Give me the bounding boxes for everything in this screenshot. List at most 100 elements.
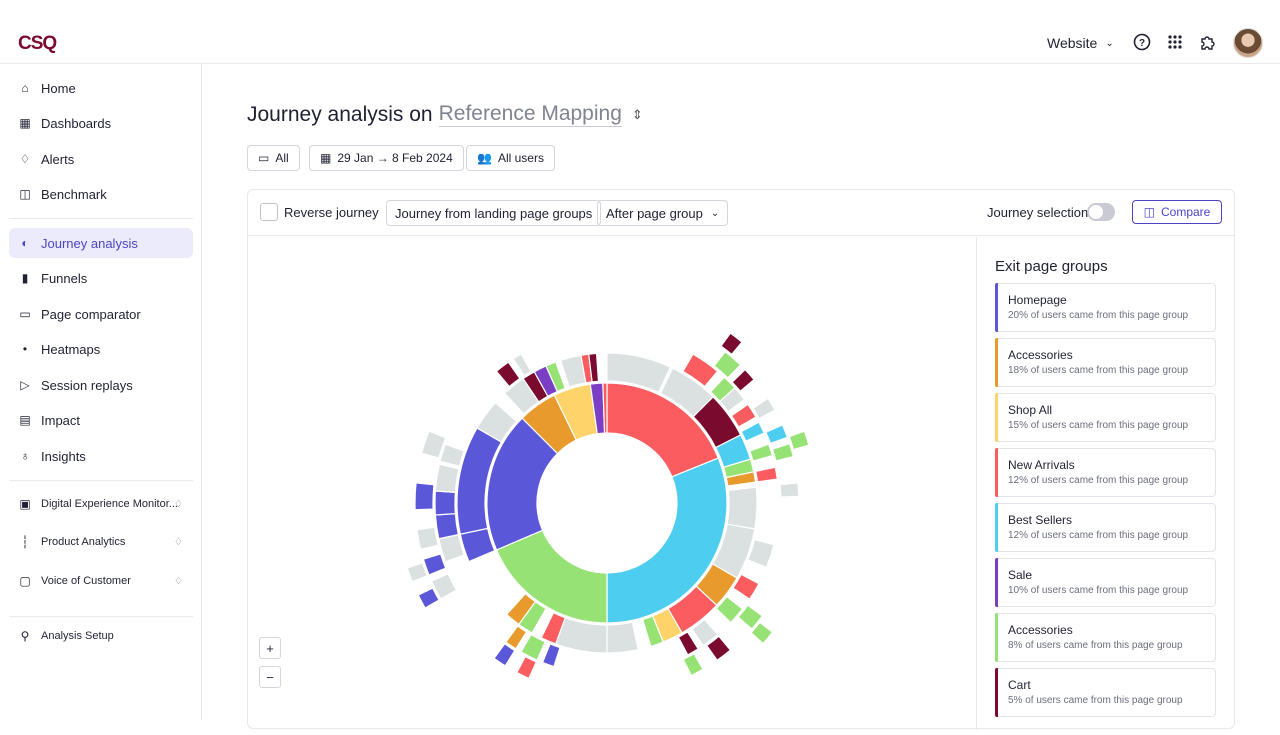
date-range-filter[interactable]: ▦ 29 Jan → 8 Feb 2024 bbox=[309, 145, 464, 171]
sunburst-segment[interactable] bbox=[713, 350, 742, 379]
help-icon[interactable]: ? bbox=[1131, 31, 1153, 53]
sunburst-segment[interactable] bbox=[682, 652, 704, 677]
user-avatar[interactable] bbox=[1233, 28, 1263, 58]
sidebar-item-voice-of-customer[interactable]: ▢ Voice of Customer ♢ bbox=[9, 566, 193, 596]
exit-page-group-item[interactable]: Accessories 18% of users came from this p… bbox=[995, 338, 1216, 387]
page-group-share: 12% of users came from this page group bbox=[1008, 530, 1189, 541]
exit-page-group-item[interactable]: Sale 10% of users came from this page gro… bbox=[995, 558, 1216, 607]
chevron-down-icon: ⌄ bbox=[710, 207, 720, 219]
sunburst-segment[interactable] bbox=[606, 621, 639, 654]
sunburst-segment[interactable] bbox=[416, 526, 439, 551]
exit-page-group-item[interactable]: Cart 5% of users came from this page grou… bbox=[995, 668, 1216, 717]
journey-selection-toggle[interactable] bbox=[1087, 203, 1115, 221]
sidebar-item-analysis-setup[interactable]: ⚲ Analysis Setup bbox=[9, 621, 193, 651]
journey-from-select[interactable]: Journey from landing page groups bbox=[386, 200, 602, 226]
color-bar bbox=[995, 668, 998, 717]
exit-page-group-item[interactable]: Shop All 15% of users came from this page… bbox=[995, 393, 1216, 442]
sunburst-segment[interactable] bbox=[505, 625, 528, 650]
sunburst-segment[interactable] bbox=[726, 486, 758, 530]
funnel-icon: ▮ bbox=[21, 271, 29, 285]
sunburst-segment[interactable] bbox=[516, 655, 538, 680]
exit-page-group-item[interactable]: Accessories 8% of users came from this pa… bbox=[995, 613, 1216, 662]
sunburst-segment[interactable] bbox=[752, 397, 776, 420]
sunburst-segment[interactable] bbox=[438, 533, 465, 563]
after-page-group-select[interactable]: After page group ⌄ bbox=[597, 200, 729, 226]
play-icon: ▷ bbox=[20, 378, 30, 392]
sunburst-segment[interactable] bbox=[541, 643, 561, 668]
svg-text:?: ? bbox=[1139, 38, 1145, 49]
apps-grid-icon[interactable] bbox=[1164, 31, 1186, 53]
sunburst-segment[interactable] bbox=[749, 443, 774, 462]
top-bar: CSQ Website ⌄ ? bbox=[0, 0, 1280, 64]
exit-page-group-item[interactable]: Best Sellers 12% of users came from this … bbox=[995, 503, 1216, 552]
site-selector[interactable]: Website ⌄ bbox=[1047, 35, 1114, 51]
exit-page-group-item[interactable]: Homepage 20% of users came from this page… bbox=[995, 283, 1216, 332]
sunburst-segment[interactable] bbox=[439, 443, 465, 467]
sidebar-item-benchmark[interactable]: ◫ Benchmark bbox=[9, 179, 193, 209]
page-group-name: Sale bbox=[1008, 568, 1033, 582]
reverse-journey-checkbox[interactable] bbox=[260, 203, 278, 221]
color-bar bbox=[995, 558, 998, 607]
sidebar-item-session-replays[interactable]: ▷ Session replays bbox=[9, 370, 193, 400]
sidebar-item-label: Funnels bbox=[41, 270, 88, 286]
dashboards-icon: ▦ bbox=[19, 116, 31, 130]
sunburst-segment[interactable] bbox=[765, 424, 789, 445]
devices-icon: ▭ bbox=[258, 151, 270, 165]
zoom-in-button[interactable]: + bbox=[259, 637, 281, 659]
sidebar-item-product-analytics[interactable]: ┆ Product Analytics ♢ bbox=[9, 527, 193, 557]
sidebar-item-journey-analysis[interactable]: ◐ Journey analysis bbox=[9, 228, 193, 258]
page-group-share: 12% of users came from this page group bbox=[1008, 475, 1189, 486]
page-group-share: 20% of users came from this page group bbox=[1008, 310, 1189, 321]
zoom-out-button[interactable]: − bbox=[259, 666, 281, 688]
sidebar: ⌂ Home ▦ Dashboards ♢ Alerts ◫ Benchmark ◐ Jo… bbox=[0, 64, 202, 720]
sunburst-segment[interactable] bbox=[754, 466, 779, 483]
sidebar-item-home[interactable]: ⌂ Home bbox=[9, 73, 193, 103]
heatmap-icon: • bbox=[22, 342, 28, 356]
sidebar-item-alerts[interactable]: ♢ Alerts bbox=[9, 144, 193, 174]
calendar-icon: ▦ bbox=[320, 151, 332, 165]
sidebar-item-digital-experience-monitoring[interactable]: ▣ Digital Experience Monitor... ♢ bbox=[9, 489, 193, 519]
exit-page-group-item[interactable]: New Arrivals 12% of users came from this … bbox=[995, 448, 1216, 497]
sunburst-segment[interactable] bbox=[779, 482, 800, 498]
sunburst-segment[interactable] bbox=[788, 430, 810, 451]
sunburst-segment[interactable] bbox=[493, 642, 516, 667]
sidebar-item-label: Product Analytics bbox=[41, 536, 126, 548]
sunburst-chart[interactable] bbox=[248, 237, 976, 730]
compare-button[interactable]: ◫ Compare bbox=[1132, 200, 1222, 224]
sidebar-item-label: Page comparator bbox=[41, 306, 141, 322]
sunburst-segment[interactable] bbox=[422, 553, 447, 576]
gem-icon: ♢ bbox=[174, 575, 183, 587]
sidebar-item-label: Journey analysis bbox=[41, 235, 138, 251]
bell-icon: ♢ bbox=[19, 152, 31, 166]
sunburst-segment[interactable] bbox=[434, 463, 460, 494]
sunburst-segment[interactable] bbox=[414, 482, 435, 511]
sidebar-item-insights[interactable]: ♁ Insights bbox=[9, 441, 193, 471]
puzzle-icon[interactable] bbox=[1197, 31, 1219, 53]
sidebar-item-impact[interactable]: ▤ Impact bbox=[9, 405, 193, 435]
sunburst-segment[interactable] bbox=[434, 490, 457, 516]
sunburst-segment[interactable] bbox=[406, 562, 428, 583]
segment-filter[interactable]: 👥 All users bbox=[466, 145, 555, 171]
sunburst-segment[interactable] bbox=[677, 631, 699, 656]
sort-updown-icon[interactable]: ⇕ bbox=[632, 107, 643, 123]
sunburst-segment[interactable] bbox=[771, 442, 795, 462]
device-filter[interactable]: ▭ All bbox=[247, 145, 300, 171]
sidebar-item-heatmaps[interactable]: • Heatmaps bbox=[9, 334, 193, 364]
page-title: Journey analysis on Reference Mapping ⇕ bbox=[247, 102, 643, 127]
gem-icon: ♢ bbox=[174, 536, 183, 548]
sidebar-item-funnels[interactable]: ▮ Funnels bbox=[9, 263, 193, 293]
color-bar bbox=[995, 613, 998, 662]
journey-from-label: Journey from landing page groups bbox=[395, 205, 593, 221]
logo[interactable]: CSQ bbox=[18, 33, 57, 55]
sunburst-segment[interactable] bbox=[740, 421, 765, 442]
product-analytics-icon: ┆ bbox=[21, 535, 29, 549]
sunburst-segment[interactable] bbox=[720, 332, 743, 356]
page-group-name: Shop All bbox=[1008, 403, 1053, 417]
sidebar-item-page-comparator[interactable]: ▭ Page comparator bbox=[9, 299, 193, 329]
page-comparator-icon: ▭ bbox=[19, 307, 31, 321]
sunburst-segment[interactable] bbox=[434, 512, 460, 540]
sidebar-item-label: Dashboards bbox=[41, 115, 112, 131]
sidebar-item-dashboards[interactable]: ▦ Dashboards bbox=[9, 108, 193, 138]
sunburst-segment[interactable] bbox=[730, 403, 757, 428]
mapping-selector[interactable]: Reference Mapping bbox=[438, 102, 622, 127]
